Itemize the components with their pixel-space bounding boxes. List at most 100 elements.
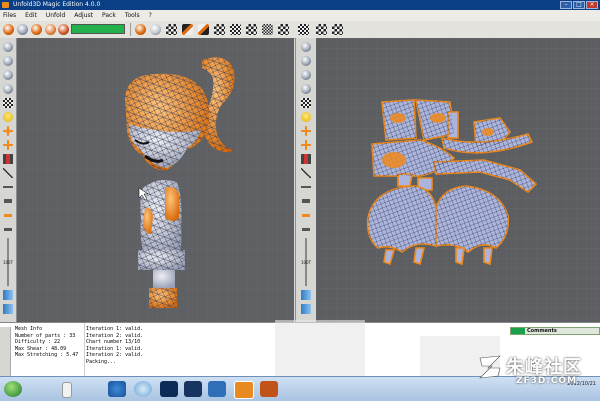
mesh-info-row: Difficulty : 22 bbox=[15, 339, 61, 346]
maximize-icon[interactable]: □ bbox=[573, 1, 585, 9]
menu-adjust[interactable]: Adjust bbox=[74, 10, 93, 21]
left-toolbar: 100T bbox=[0, 38, 17, 322]
uv-zoom-level-label: 100T bbox=[300, 260, 312, 265]
uv-viewport[interactable] bbox=[316, 38, 600, 322]
uv-rotate-icon[interactable] bbox=[301, 42, 311, 52]
progress-bar bbox=[71, 24, 125, 34]
checker-alt-icon[interactable] bbox=[278, 24, 289, 35]
uv-arrow-right-icon[interactable] bbox=[301, 290, 311, 300]
uv-split-icon[interactable] bbox=[301, 224, 311, 234]
uv-move-icon[interactable] bbox=[301, 126, 311, 136]
open-mesh-icon[interactable] bbox=[3, 24, 14, 35]
split-icon[interactable] bbox=[3, 224, 13, 234]
mesh-torso bbox=[140, 180, 182, 260]
frame-icon[interactable] bbox=[3, 84, 13, 94]
explorer-icon[interactable] bbox=[134, 381, 152, 397]
uv-checker-side-icon[interactable] bbox=[301, 98, 311, 108]
checker-icon[interactable] bbox=[3, 98, 13, 108]
view-icon[interactable] bbox=[150, 24, 161, 35]
uv-edge-icon[interactable] bbox=[301, 182, 311, 192]
minimize-icon[interactable]: – bbox=[560, 1, 572, 9]
log-line: Iteration 2: valid. bbox=[86, 332, 144, 339]
ie-icon[interactable] bbox=[108, 381, 126, 397]
zoom-icon[interactable] bbox=[3, 70, 13, 80]
start-button-icon[interactable] bbox=[4, 381, 22, 397]
log-line: Iteration 2: valid. bbox=[86, 352, 144, 359]
mesh-info-title: Mesh Info bbox=[15, 326, 43, 332]
toolbar-separator bbox=[130, 23, 131, 36]
comments-bar[interactable]: Comments bbox=[510, 327, 600, 335]
menu-tools[interactable]: Tools bbox=[125, 10, 140, 21]
relax-icon[interactable] bbox=[58, 24, 69, 35]
mesh-info-row: Max Shear : 48.09 bbox=[15, 345, 67, 352]
unfold-icon[interactable] bbox=[31, 24, 42, 35]
photoshop-alt-icon[interactable] bbox=[184, 381, 202, 397]
menu-pack[interactable]: Pack bbox=[102, 10, 116, 21]
log-line: Iteration 1: valid. bbox=[86, 345, 144, 352]
3d-mesh-drawing bbox=[17, 38, 294, 322]
panel-divider bbox=[84, 323, 85, 377]
photoshop-icon[interactable] bbox=[160, 381, 178, 397]
comments-label: Comments bbox=[527, 328, 557, 334]
taskbar-app-icon[interactable] bbox=[62, 382, 72, 398]
close-icon[interactable]: × bbox=[586, 1, 598, 9]
app-icon bbox=[2, 2, 9, 8]
watermark-logo bbox=[479, 355, 501, 379]
rotate-icon[interactable] bbox=[3, 42, 13, 52]
mesh-info-row: Max Stretching : 5.47 bbox=[15, 352, 79, 359]
3d-viewport[interactable] bbox=[17, 38, 294, 322]
comments-indicator bbox=[511, 328, 525, 334]
checker-small-icon[interactable] bbox=[214, 24, 225, 35]
zoom-level-label: 100T bbox=[2, 260, 14, 265]
edge-loop-icon[interactable] bbox=[3, 196, 13, 206]
uv-ruler-icon[interactable] bbox=[301, 154, 311, 164]
mesh-leg bbox=[149, 270, 177, 308]
watermark-url: ZF3D.COM bbox=[516, 376, 578, 386]
uv-view-icon[interactable] bbox=[332, 24, 343, 35]
seam-icon[interactable] bbox=[3, 168, 13, 178]
unfold3d-task-icon[interactable] bbox=[234, 381, 254, 399]
app-task-icon[interactable] bbox=[260, 381, 278, 397]
axis-icon[interactable] bbox=[3, 140, 13, 150]
windows-icon[interactable] bbox=[208, 381, 226, 397]
pan-icon[interactable] bbox=[3, 56, 13, 66]
light-icon[interactable] bbox=[3, 112, 13, 122]
move-icon[interactable] bbox=[3, 126, 13, 136]
cut-icon[interactable] bbox=[17, 24, 28, 35]
uv-frame-icon[interactable] bbox=[301, 84, 311, 94]
uv-zoom-icon[interactable] bbox=[301, 70, 311, 80]
pack-icon[interactable] bbox=[45, 24, 56, 35]
uv-weld-icon[interactable] bbox=[301, 210, 311, 220]
ruler-icon[interactable] bbox=[3, 154, 13, 164]
uv-arrow-right-alt-icon[interactable] bbox=[301, 304, 311, 314]
uv-pan-icon[interactable] bbox=[301, 56, 311, 66]
uv-light-icon[interactable] bbox=[301, 112, 311, 122]
log-output: Iteration 1: valid. Iteration 2: valid. … bbox=[86, 326, 143, 366]
menu-edit[interactable]: Edit bbox=[25, 10, 37, 21]
uv-grid-icon[interactable] bbox=[316, 24, 327, 35]
menu-files[interactable]: Files bbox=[3, 10, 16, 21]
uv-edge-loop-icon[interactable] bbox=[301, 196, 311, 206]
texture-icon[interactable] bbox=[246, 24, 257, 35]
uv-checker-icon[interactable] bbox=[298, 24, 309, 35]
sphere-icon[interactable] bbox=[135, 24, 146, 35]
panel-side-strip bbox=[0, 327, 11, 376]
texture-fine-icon[interactable] bbox=[262, 24, 273, 35]
arrow-right-icon[interactable] bbox=[3, 290, 13, 300]
checker-icon[interactable] bbox=[166, 24, 177, 35]
log-line: Packing... bbox=[86, 358, 117, 365]
log-line: Iteration 1: valid. bbox=[86, 326, 144, 332]
edge-select-icon[interactable] bbox=[198, 24, 209, 35]
uv-axis-icon[interactable] bbox=[301, 140, 311, 150]
menu-unfold[interactable]: Unfold bbox=[46, 10, 65, 21]
select-icon[interactable] bbox=[182, 24, 193, 35]
title-bar: Unfold3D Magic Edition 4.0.0 – □ × bbox=[0, 0, 600, 10]
checker-dense-icon[interactable] bbox=[230, 24, 241, 35]
weld-icon[interactable] bbox=[3, 210, 13, 220]
arrow-right-alt-icon[interactable] bbox=[3, 304, 13, 314]
window-title: Unfold3D Magic Edition 4.0.0 bbox=[13, 1, 101, 8]
progress-fill bbox=[72, 25, 124, 33]
edge-icon[interactable] bbox=[3, 182, 13, 192]
uv-seam-icon[interactable] bbox=[301, 168, 311, 178]
menu-help[interactable]: ? bbox=[149, 10, 152, 21]
